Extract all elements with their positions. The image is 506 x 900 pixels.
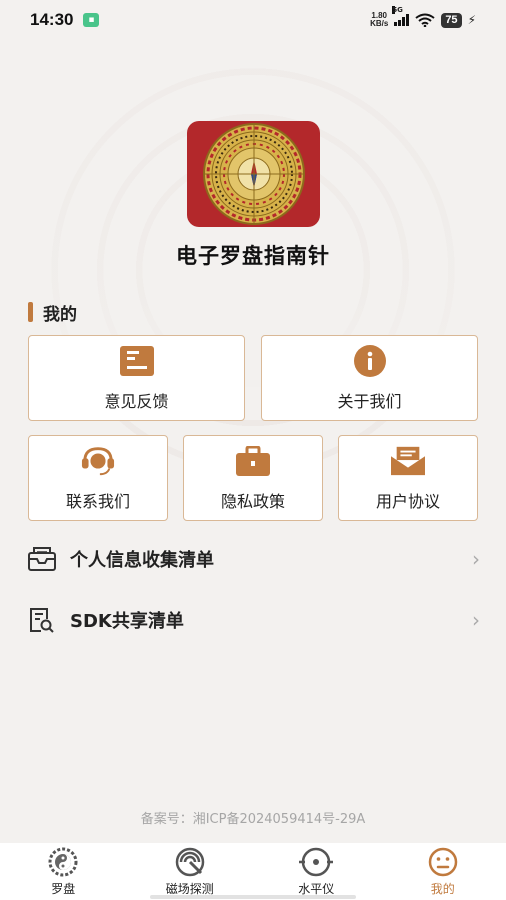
status-time: 14:30 bbox=[30, 10, 74, 29]
privacy-policy-card[interactable]: 隐私政策 bbox=[183, 435, 323, 521]
icp-record-text[interactable]: 备案号：湘ICP备2024059414号-29A bbox=[0, 808, 506, 827]
tab-compass[interactable]: 罗盘 bbox=[0, 843, 127, 900]
magnetic-field-icon bbox=[173, 847, 207, 877]
smiley-icon bbox=[426, 847, 460, 877]
user-agreement-card[interactable]: 用户协议 bbox=[338, 435, 478, 521]
personal-info-label: 个人信息收集清单 bbox=[70, 550, 214, 571]
cellular-signal-icon: 5G bbox=[392, 6, 410, 26]
compass-dial-icon bbox=[46, 847, 80, 877]
section-accent-bar bbox=[28, 302, 33, 322]
contact-us-card[interactable]: 联系我们 bbox=[28, 435, 168, 521]
about-us-card[interactable]: 关于我们 bbox=[261, 335, 478, 421]
home-indicator[interactable] bbox=[150, 895, 356, 899]
inbox-icon bbox=[28, 545, 56, 573]
feedback-card[interactable]: 意见反馈 bbox=[28, 335, 245, 421]
tab-compass-label: 罗盘 bbox=[51, 882, 76, 896]
briefcase-icon bbox=[236, 444, 270, 478]
network-speed: 1.80 KB/s bbox=[370, 12, 388, 28]
wifi-icon bbox=[415, 13, 435, 27]
network-type: 5G bbox=[392, 6, 403, 14]
sdk-list-row[interactable]: SDK共享清单 › bbox=[28, 600, 480, 640]
battery-indicator: 75 bbox=[441, 12, 462, 28]
privacy-policy-label: 隐私政策 bbox=[220, 492, 285, 511]
status-indicators: 1.80 KB/s 5G 75 ⚡ bbox=[370, 6, 476, 28]
tab-level[interactable]: 水平仪 bbox=[253, 843, 380, 900]
info-icon bbox=[353, 344, 387, 378]
feedback-icon bbox=[119, 344, 154, 378]
search-document-icon bbox=[28, 606, 56, 634]
level-icon bbox=[299, 847, 334, 877]
personal-info-list-row[interactable]: 个人信息收集清单 › bbox=[28, 539, 480, 579]
section-title: 我的 bbox=[28, 300, 77, 325]
charging-bolt-icon: ⚡ bbox=[467, 13, 476, 27]
tab-mine[interactable]: 我的 bbox=[380, 843, 506, 900]
chevron-right-icon: › bbox=[472, 547, 480, 571]
tab-magnetic-field[interactable]: 磁场探测 bbox=[127, 843, 254, 900]
notification-chip-icon: ▪ bbox=[83, 13, 100, 27]
app-logo bbox=[187, 121, 320, 227]
feedback-label: 意见反馈 bbox=[104, 392, 169, 411]
chevron-right-icon: › bbox=[472, 608, 480, 632]
section-title-label: 我的 bbox=[43, 304, 77, 325]
about-us-label: 关于我们 bbox=[337, 392, 402, 411]
headset-icon bbox=[81, 444, 115, 478]
luopan-compass-icon bbox=[202, 123, 305, 225]
contact-us-label: 联系我们 bbox=[65, 492, 130, 511]
user-agreement-label: 用户协议 bbox=[375, 492, 440, 511]
app-title: 电子罗盘指南针 bbox=[176, 244, 330, 268]
sdk-list-label: SDK共享清单 bbox=[70, 611, 184, 632]
tab-mine-label: 我的 bbox=[430, 882, 455, 896]
mail-open-icon bbox=[391, 444, 425, 478]
status-bar: 14:30 ▪ 1.80 KB/s 5G 75 ⚡ bbox=[0, 0, 506, 40]
background-compass-watermark bbox=[23, 40, 483, 500]
bottom-tab-bar: 罗盘 磁场探测 水平仪 我的 bbox=[0, 843, 506, 900]
network-speed-unit: KB/s bbox=[370, 19, 389, 28]
